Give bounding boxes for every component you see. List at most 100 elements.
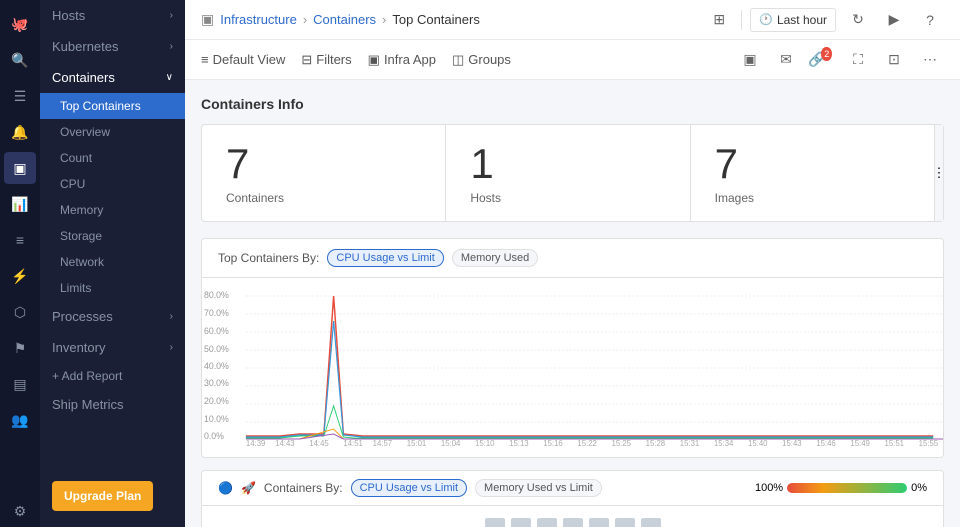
settings-icon[interactable]: ⚙ <box>4 495 36 527</box>
sidebar-item-hosts[interactable]: Hosts › <box>40 0 185 31</box>
toolbar-left: ≡ Default View ⊟ Filters ▣ Infra App ◫ G… <box>201 48 511 72</box>
svg-text:70.0%: 70.0% <box>204 308 229 318</box>
monitor-icon[interactable]: ▣ <box>4 152 36 184</box>
sidebar-item-top-containers[interactable]: Top Containers <box>40 93 185 119</box>
svg-text:14:51: 14:51 <box>343 439 362 446</box>
more-icon[interactable]: ⋯ <box>916 46 944 74</box>
chevron-right-icon: › <box>170 342 173 353</box>
sidebar-item-limits[interactable]: Limits <box>40 275 185 301</box>
svg-text:15:40: 15:40 <box>748 439 768 446</box>
sidebar-item-cpu[interactable]: CPU <box>40 171 185 197</box>
upgrade-button[interactable]: Upgrade Plan <box>52 481 153 511</box>
blue-circle-icon: 🔵 <box>218 481 233 495</box>
split-icon[interactable]: ⊡ <box>880 46 908 74</box>
svg-text:60.0%: 60.0% <box>204 326 229 336</box>
svg-text:15:46: 15:46 <box>816 439 836 446</box>
puzzle-icon[interactable]: ⬡ <box>4 296 36 328</box>
connect-icon[interactable]: ⚡ <box>4 260 36 292</box>
search-icon[interactable]: 🔍 <box>4 44 36 76</box>
svg-text:14:39: 14:39 <box>246 439 266 446</box>
chevron-down-icon: ∨ <box>166 72 173 83</box>
rocket-icon: 🚀 <box>241 481 256 495</box>
sidebar-item-network[interactable]: Network <box>40 249 185 275</box>
chevron-right-icon: › <box>170 311 173 322</box>
box-icon[interactable]: ▤ <box>4 368 36 400</box>
resize-handle[interactable]: ⋮ <box>935 125 943 221</box>
link-icon[interactable]: 🔗2 <box>808 46 836 74</box>
expand-icon[interactable]: ⛶ <box>844 46 872 74</box>
chevron-right-icon: › <box>170 10 173 21</box>
breadcrumb: ▣ Infrastructure › Containers › Top Cont… <box>201 11 480 28</box>
metric-hosts-number: 1 <box>470 141 665 187</box>
svg-text:14:43: 14:43 <box>275 439 295 446</box>
topbar-actions: ⊞ 🕐 Last hour ↻ ▶ ? <box>705 6 944 34</box>
svg-text:0.0%: 0.0% <box>204 431 224 441</box>
groups-icon: ◫ <box>452 52 464 68</box>
sidebar-item-ship-metrics[interactable]: Ship Metrics <box>40 389 185 420</box>
default-view-button[interactable]: ≡ Default View <box>201 48 285 71</box>
badge: 2 <box>821 47 832 61</box>
metric-images-label: Images <box>715 191 910 205</box>
filter-icon: ⊟ <box>301 52 312 68</box>
svg-text:15:31: 15:31 <box>680 439 699 446</box>
bottom-cpu-filter-button[interactable]: CPU Usage vs Limit <box>351 479 467 497</box>
icon-strip: 🐙 🔍 ☰ 🔔 ▣ 📊 ≡ ⚡ ⬡ ⚑ ▤ 👥 ⚙ <box>0 0 40 527</box>
svg-text:15:55: 15:55 <box>919 439 939 446</box>
metric-images-number: 7 <box>715 141 910 187</box>
svg-text:15:10: 15:10 <box>475 439 495 446</box>
chart-header: Top Containers By: CPU Usage vs Limit Me… <box>202 239 943 278</box>
legend-item-4 <box>563 518 583 527</box>
svg-text:10.0%: 10.0% <box>204 414 229 424</box>
svg-text:15:34: 15:34 <box>714 439 734 446</box>
chart-icon[interactable]: 📊 <box>4 188 36 220</box>
toolbar-right: ▣ ✉ 🔗2 ⛶ ⊡ ⋯ <box>736 46 944 74</box>
help-icon[interactable]: ? <box>916 6 944 34</box>
breadcrumb-containers[interactable]: Containers <box>313 12 376 27</box>
svg-text:80.0%: 80.0% <box>204 290 229 300</box>
logo-icon[interactable]: 🐙 <box>4 8 36 40</box>
legend-item-2 <box>511 518 531 527</box>
legend-item-1 <box>485 518 505 527</box>
refresh-icon[interactable]: ↻ <box>844 6 872 34</box>
sidebar-item-memory[interactable]: Memory <box>40 197 185 223</box>
breadcrumb-current: Top Containers <box>392 12 479 27</box>
display-icon[interactable]: ▣ <box>736 46 764 74</box>
alert-icon[interactable]: 🔔 <box>4 116 36 148</box>
sidebar-item-overview[interactable]: Overview <box>40 119 185 145</box>
add-report-button[interactable]: + Add Report <box>40 363 185 389</box>
infra-app-button[interactable]: ▣ Infra App <box>368 48 436 72</box>
metrics-row: 7 Containers 1 Hosts 7 Images ⋮ <box>201 124 944 222</box>
list-icon[interactable]: ≡ <box>4 224 36 256</box>
divider <box>741 10 742 30</box>
last-hour-button[interactable]: 🕐 Last hour <box>750 8 836 32</box>
metric-containers-label: Containers <box>226 191 421 205</box>
metric-hosts-label: Hosts <box>470 191 665 205</box>
sidebar-bottom: Upgrade Plan <box>40 473 185 527</box>
legend-item-6 <box>615 518 635 527</box>
menu-icon[interactable]: ☰ <box>4 80 36 112</box>
svg-text:40.0%: 40.0% <box>204 361 229 371</box>
sidebar-item-processes[interactable]: Processes › <box>40 301 185 332</box>
memory-filter-button[interactable]: Memory Used <box>452 249 538 267</box>
people-icon[interactable]: 👥 <box>4 404 36 436</box>
sidebar-item-inventory[interactable]: Inventory › <box>40 332 185 363</box>
groups-button[interactable]: ◫ Groups <box>452 48 511 72</box>
sidebar-item-count[interactable]: Count <box>40 145 185 171</box>
progress-bar-container: 100% 0% <box>755 482 927 494</box>
metric-images: 7 Images <box>691 125 935 221</box>
cpu-filter-button[interactable]: CPU Usage vs Limit <box>327 249 443 267</box>
mail-icon[interactable]: ✉ <box>772 46 800 74</box>
sidebar-item-containers[interactable]: Containers ∨ <box>40 62 185 93</box>
main-content: ▣ Infrastructure › Containers › Top Cont… <box>185 0 960 527</box>
play-icon[interactable]: ▶ <box>880 6 908 34</box>
bottom-memory-filter-button[interactable]: Memory Used vs Limit <box>475 479 602 497</box>
flag-icon[interactable]: ⚑ <box>4 332 36 364</box>
sidebar-item-storage[interactable]: Storage <box>40 223 185 249</box>
breadcrumb-infrastructure[interactable]: Infrastructure <box>220 12 297 27</box>
filters-button[interactable]: ⊟ Filters <box>301 48 351 72</box>
svg-text:50.0%: 50.0% <box>204 344 229 354</box>
toolbar: ≡ Default View ⊟ Filters ▣ Infra App ◫ G… <box>185 40 960 80</box>
grid-icon[interactable]: ⊞ <box>705 6 733 34</box>
sidebar-item-kubernetes[interactable]: Kubernetes › <box>40 31 185 62</box>
chart-container: 80.0% 70.0% 60.0% 50.0% 40.0% 30.0% 20.0… <box>202 278 943 457</box>
